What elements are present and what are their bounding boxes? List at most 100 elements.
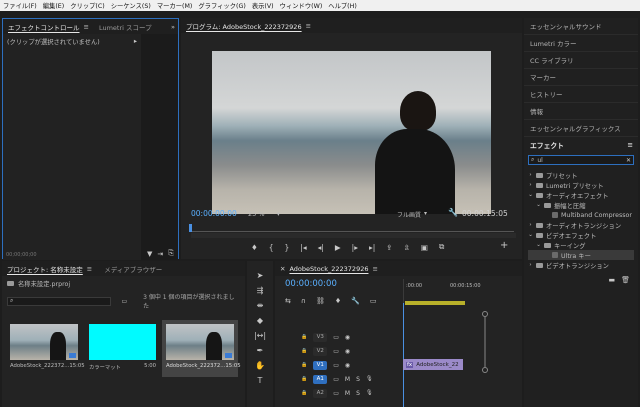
new-bin-icon[interactable]: ▭ <box>121 298 127 305</box>
compare-icon[interactable]: ⧉ <box>439 242 444 252</box>
menu-icon[interactable]: ≡ <box>627 141 633 149</box>
play-icon[interactable]: ▶ <box>335 243 341 252</box>
project-search-input[interactable]: ⌕ <box>7 296 112 306</box>
menu-item[interactable]: ヘルプ(H) <box>328 1 357 10</box>
filter-icon[interactable]: ▼ <box>147 249 152 258</box>
add-button-icon[interactable]: + <box>500 240 508 251</box>
track-target[interactable]: V3 <box>313 332 328 342</box>
effects-panel-title[interactable]: エフェクト <box>530 140 564 150</box>
trash-icon[interactable]: 🗑 <box>621 276 630 284</box>
track-target[interactable]: V1 <box>313 360 328 370</box>
effects-tree-item[interactable]: ⌄ ビデオエフェクト <box>528 230 634 240</box>
microphone-icon[interactable]: 🎙 <box>366 376 373 382</box>
lock-icon[interactable]: 🔒 <box>301 348 307 354</box>
effects-tree-item[interactable]: ⌄ キーイング <box>528 240 634 250</box>
expand-icon[interactable]: » <box>171 23 175 31</box>
project-item-thumb[interactable] <box>166 324 234 360</box>
selection-tool-icon[interactable]: ➤ <box>257 271 264 280</box>
snap-icon[interactable]: ∩ <box>301 297 306 305</box>
sync-lock-icon[interactable]: ▭ <box>333 348 339 355</box>
timeline-track[interactable]: 🔒 A2 ▭ M S 🎙 <box>301 387 373 399</box>
tab-project[interactable]: プロジェクト: 名称未設定 <box>7 264 83 274</box>
effects-tree-item[interactable]: Ultra キー <box>528 250 634 260</box>
playhead[interactable] <box>403 303 404 407</box>
microphone-icon[interactable]: 🎙 <box>366 390 373 396</box>
go-to-out-icon[interactable]: ▸| <box>369 243 375 252</box>
timeline-track[interactable]: 🔒 A1 ▭ M S 🎙 <box>301 373 373 385</box>
mark-out-icon[interactable]: } <box>285 243 290 252</box>
program-title[interactable]: プログラム: AdobeStock_222372926 <box>186 21 302 31</box>
tab-lumetri-scopes[interactable]: Lumetri スコープ <box>99 22 152 32</box>
solo-icon[interactable]: S <box>356 376 360 383</box>
lock-icon[interactable]: 🔒 <box>301 362 307 368</box>
menu-item[interactable]: シーケンス(S) <box>111 1 151 10</box>
panel-tab[interactable]: Lumetri カラー <box>524 35 638 52</box>
sync-lock-icon[interactable]: ▭ <box>333 376 339 383</box>
menu-item[interactable]: 編集(E) <box>43 1 65 10</box>
timeline-tab[interactable]: AdobeStock_222372926 <box>289 265 368 273</box>
timeline-timecode[interactable]: 00:00:00:00 <box>285 279 337 289</box>
effects-tree-item[interactable]: ⌄ オーディオエフェクト <box>528 190 634 200</box>
effects-tree-item[interactable]: › Lumetri プリセット <box>528 180 634 190</box>
timeline-settings-icon[interactable]: 🔧 <box>351 297 360 305</box>
panel-tab[interactable]: ヒストリー <box>524 86 638 103</box>
mark-in-icon[interactable]: { <box>269 243 274 252</box>
menu-icon[interactable]: ≡ <box>87 265 92 273</box>
solo-icon[interactable]: S <box>356 390 360 397</box>
timeline-track[interactable]: 🔒 V3 ▭ ◉ <box>301 331 350 343</box>
menu-item[interactable]: 表示(V) <box>252 1 274 10</box>
lift-icon[interactable]: ⇪ <box>386 243 392 252</box>
vertical-scrollbar[interactable] <box>482 279 488 407</box>
effects-tree-item[interactable]: › オーディオトランジション <box>528 220 634 230</box>
color-matte-thumb[interactable] <box>89 324 156 360</box>
clip-icon[interactable]: ⎘ <box>168 249 174 258</box>
timeline-clip[interactable]: fx AdobeStock_22 <box>403 359 463 370</box>
nest-icon[interactable]: ⇆ <box>285 297 291 305</box>
effects-tree-item[interactable]: Multiband Compressor <box>528 210 634 220</box>
lock-icon[interactable]: 🔒 <box>301 376 307 382</box>
hand-icon[interactable]: ✋ <box>255 361 265 370</box>
wrench-icon[interactable]: 🔧 <box>448 208 458 217</box>
step-back-icon[interactable]: ◂| <box>318 243 324 252</box>
lock-icon[interactable]: 🔒 <box>301 334 307 340</box>
timeline-ruler[interactable]: :00:00 00:00:15:00 <box>403 279 481 309</box>
menu-item[interactable]: グラフィック(G) <box>198 1 245 10</box>
track-target[interactable]: V2 <box>313 346 328 356</box>
menu-item[interactable]: クリップ(C) <box>70 1 105 10</box>
zoom-select[interactable]: 25 % ▾ <box>248 210 280 218</box>
ripple-edit-icon[interactable]: ⇼ <box>257 301 264 310</box>
camera-icon[interactable]: ▣ <box>421 243 428 252</box>
mute-icon[interactable]: M <box>345 390 350 397</box>
track-select-icon[interactable]: ⇶ <box>257 286 264 295</box>
sync-lock-icon[interactable]: ▭ <box>333 390 339 397</box>
extract-icon[interactable]: ⇫ <box>404 243 410 252</box>
track-target[interactable]: A2 <box>313 388 328 398</box>
linked-selection-icon[interactable]: ⛓ <box>316 297 325 305</box>
play-arrow-icon[interactable]: ▸ <box>134 37 137 46</box>
video-frame[interactable] <box>212 51 491 214</box>
export-icon[interactable]: ⇥ <box>157 249 163 258</box>
marker-icon[interactable]: ♦ <box>251 243 258 252</box>
menu-item[interactable]: マーカー(M) <box>157 1 193 10</box>
eye-icon[interactable]: ◉ <box>345 334 350 341</box>
track-target[interactable]: A1 <box>313 374 328 384</box>
project-item-thumb[interactable] <box>10 324 78 360</box>
menu-icon[interactable]: ≡ <box>306 22 311 30</box>
sync-lock-icon[interactable]: ▭ <box>333 334 339 341</box>
panel-tab[interactable]: 情報 <box>524 103 638 120</box>
panel-tab[interactable]: エッセンシャルグラフィックス <box>524 120 638 137</box>
program-scrubber[interactable] <box>189 224 514 232</box>
effects-tree-item[interactable]: ⌄ 振幅と圧縮 <box>528 200 634 210</box>
close-icon[interactable]: ✕ <box>280 265 285 273</box>
effects-search-input[interactable]: ul <box>537 157 626 164</box>
timeline-track[interactable]: 🔒 V1 ▭ ◉ <box>301 359 350 371</box>
razor-icon[interactable]: ◆ <box>257 316 263 325</box>
tab-media-browser[interactable]: メディアブラウザー <box>104 264 162 274</box>
step-forward-icon[interactable]: |▸ <box>352 243 358 252</box>
panel-tab[interactable]: エッセンシャルサウンド <box>524 18 638 35</box>
quality-select[interactable]: フル画質 ▾ <box>397 210 427 219</box>
lock-icon[interactable]: 🔒 <box>301 390 307 396</box>
program-timecode[interactable]: 00:00:00:00 <box>191 209 237 218</box>
go-to-in-icon[interactable]: |◂ <box>300 243 306 252</box>
new-folder-icon[interactable]: ▬ <box>608 276 615 284</box>
